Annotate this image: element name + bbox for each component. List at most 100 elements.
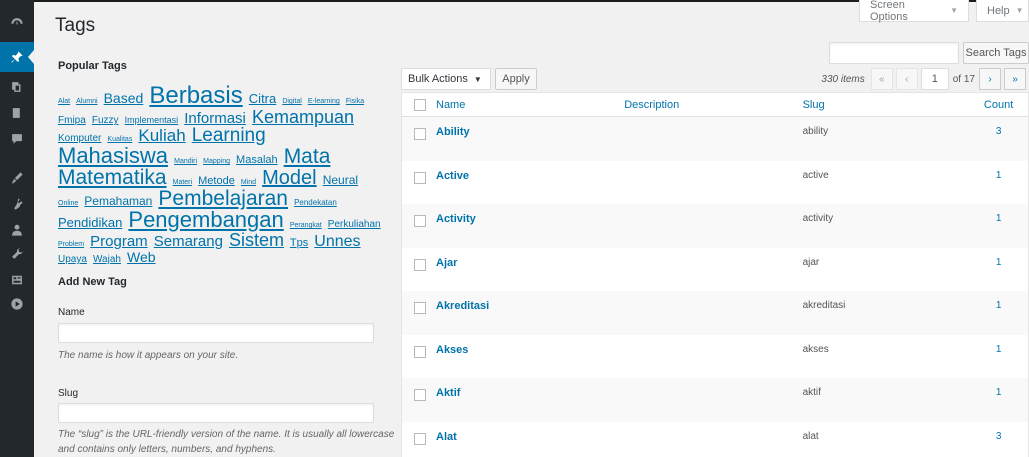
tag-cloud-link[interactable]: Masalah — [236, 154, 278, 166]
tag-cloud-link[interactable]: Based — [104, 90, 144, 106]
tag-cloud-link[interactable]: Kualitas — [107, 136, 132, 143]
select-all-checkbox[interactable] — [414, 98, 426, 111]
column-description[interactable]: Description — [624, 99, 802, 111]
next-page-button[interactable]: › — [979, 68, 1001, 90]
screen-options-button[interactable]: Screen Options ▼ — [859, 0, 969, 23]
tag-name-link[interactable]: Activity — [436, 213, 624, 225]
tag-cloud-link[interactable]: Materi — [173, 179, 192, 186]
tag-cloud-link[interactable]: Matematika — [58, 166, 167, 189]
tag-cloud-link[interactable]: Semarang — [154, 233, 223, 250]
tag-cloud-link[interactable]: Unnes — [314, 233, 360, 250]
tag-cloud-link[interactable]: Program — [90, 233, 148, 250]
slug-description: The “slug” is the URL-friendly version o… — [58, 429, 395, 455]
search-tags-button[interactable]: Search Tags — [963, 42, 1029, 64]
tag-cloud-link[interactable]: Neural — [323, 173, 358, 187]
tag-name-link[interactable]: Ability — [436, 126, 624, 138]
tag-count-link[interactable]: 3 — [969, 431, 1028, 442]
tag-cloud-link[interactable]: Berbasis — [149, 82, 242, 109]
tag-count-link[interactable]: 1 — [969, 170, 1028, 181]
column-slug[interactable]: Slug — [803, 99, 970, 111]
table-row: Active active 1 — [402, 161, 1028, 205]
tag-cloud-link[interactable]: Mandiri — [174, 158, 197, 165]
tag-cloud-link[interactable]: Mata — [284, 145, 331, 168]
tag-cloud-link[interactable]: Learning — [192, 125, 266, 146]
tag-cloud-link[interactable]: Fmipa — [58, 115, 86, 126]
tag-count-link[interactable]: 3 — [969, 126, 1028, 137]
current-page-input[interactable]: 1 — [920, 68, 949, 90]
first-page-button[interactable]: « — [870, 68, 893, 90]
tag-cloud-link[interactable]: Kemampuan — [252, 107, 354, 127]
column-count[interactable]: Count — [969, 99, 1028, 111]
tag-cloud-link[interactable]: Sistem — [229, 230, 284, 250]
apply-button[interactable]: Apply — [495, 68, 537, 90]
tag-cloud-link[interactable]: Perkuliahan — [328, 219, 381, 230]
row-checkbox[interactable] — [414, 128, 426, 140]
tag-cloud-link[interactable]: Model — [262, 167, 316, 189]
tag-cloud-link[interactable]: Digital — [282, 98, 301, 105]
tag-cloud-link[interactable]: Implementasi — [125, 115, 179, 125]
tag-name-link[interactable]: Akreditasi — [436, 300, 624, 312]
slug-label: Slug — [58, 388, 79, 399]
help-button[interactable]: Help ▼ — [976, 0, 1029, 22]
row-checkbox[interactable] — [414, 345, 426, 358]
tag-cloud-link[interactable]: Metode — [198, 175, 235, 187]
tablenav-top: Bulk Actions ▼ Apply 330 items « ‹ 1 of … — [401, 68, 1029, 92]
name-field[interactable] — [58, 323, 374, 343]
row-checkbox[interactable] — [414, 389, 426, 401]
tag-cloud-link[interactable]: Mahasiswa — [58, 143, 168, 168]
column-name[interactable]: Name — [436, 99, 624, 111]
tag-cloud-link[interactable]: Citra — [249, 91, 276, 106]
tag-cloud-link[interactable]: Pendekatan — [294, 198, 337, 207]
tag-cloud-link[interactable]: Problem — [58, 241, 84, 248]
tag-cloud-link[interactable]: Fuzzy — [92, 115, 119, 126]
table-row: Ajar ajar 1 — [402, 248, 1028, 292]
tags-table: Name Description Slug Count Ability abili… — [401, 92, 1029, 457]
dashboard-icon[interactable] — [0, 8, 34, 38]
tag-cloud-link[interactable]: Perangkat — [290, 222, 322, 229]
video-icon[interactable] — [0, 289, 34, 319]
table-header: Name Description Slug Count — [402, 93, 1028, 117]
slug-field[interactable] — [58, 403, 374, 423]
tag-count-link[interactable]: 1 — [969, 213, 1028, 224]
tag-cloud-link[interactable]: Alumni — [76, 98, 97, 105]
search-input[interactable] — [829, 42, 959, 64]
tag-cloud-link[interactable]: Alat — [58, 98, 70, 105]
table-row: Akses akses 1 — [402, 335, 1028, 379]
tag-cloud-link[interactable]: Fisika — [346, 98, 364, 105]
tag-name-link[interactable]: Ajar — [436, 257, 624, 269]
tag-cloud-link[interactable]: Mapping — [203, 158, 230, 165]
tag-cloud-link[interactable]: Pendidikan — [58, 215, 122, 230]
tag-cloud-link[interactable]: Wajah — [93, 254, 121, 265]
row-checkbox[interactable] — [414, 302, 426, 314]
tag-count-link[interactable]: 1 — [969, 257, 1028, 268]
tag-cloud-link[interactable]: Upaya — [58, 254, 87, 265]
bulk-actions-select[interactable]: Bulk Actions ▼ — [401, 68, 491, 90]
tag-name-link[interactable]: Akses — [436, 344, 624, 356]
row-checkbox[interactable] — [414, 432, 426, 445]
tag-count-link[interactable]: 1 — [969, 387, 1028, 398]
pin-icon[interactable] — [0, 42, 34, 72]
tag-name-link[interactable]: Active — [436, 170, 624, 182]
comments-icon[interactable] — [0, 124, 34, 154]
tag-slug: akses — [802, 343, 829, 355]
tag-cloud-link[interactable]: Web — [127, 249, 156, 265]
tag-cloud-link[interactable]: E-learning — [308, 98, 340, 105]
tag-name-link[interactable]: Aktif — [436, 387, 624, 399]
admin-sidebar — [0, 0, 34, 457]
tag-cloud-link[interactable]: Online — [58, 200, 78, 207]
prev-page-button[interactable]: ‹ — [895, 68, 918, 90]
tag-cloud-link[interactable]: Mind — [241, 179, 256, 186]
tags-list-panel: Bulk Actions ▼ Apply 330 items « ‹ 1 of … — [401, 68, 1029, 457]
tag-cloud-link[interactable]: Tps — [290, 237, 308, 249]
row-checkbox[interactable] — [414, 258, 426, 271]
tag-cloud-link[interactable]: Pemahaman — [84, 194, 152, 208]
tag-cloud-link[interactable]: Pengembangan — [128, 207, 283, 232]
last-page-button[interactable]: » — [1004, 68, 1026, 90]
row-checkbox[interactable] — [414, 215, 426, 227]
tag-count-link[interactable]: 1 — [969, 300, 1028, 311]
tag-name-link[interactable]: Alat — [436, 431, 624, 443]
row-checkbox[interactable] — [414, 171, 426, 184]
left-column: Popular Tags Alat Alumni Based Berbasis … — [58, 60, 388, 265]
tag-count-link[interactable]: 1 — [969, 344, 1028, 355]
tag-slug: akreditasi — [802, 300, 846, 311]
